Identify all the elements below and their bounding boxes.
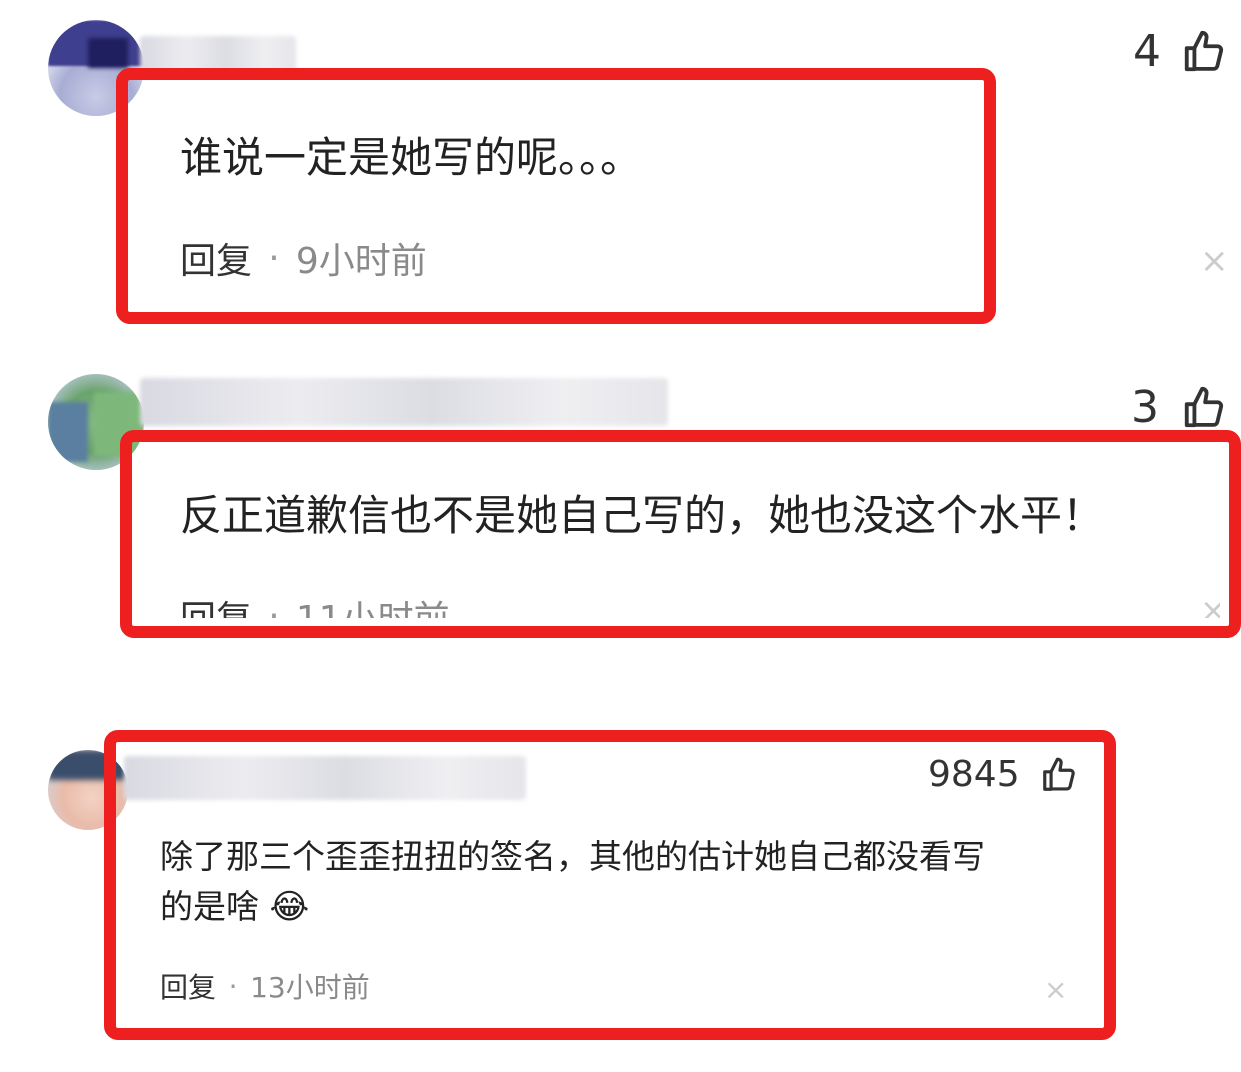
like-count: 9845: [928, 754, 1020, 795]
like-button[interactable]: 4: [1133, 26, 1227, 77]
comment-meta: 回复 · 13小时前: [160, 966, 370, 1006]
comment-meta: 回复 · 9小时前: [180, 232, 427, 284]
comment-time: 9小时前: [295, 241, 427, 282]
thumbs-up-icon: [1184, 386, 1224, 427]
comment-2: 3 反正道歉信也不是她自己写的，她也没这个水平！ 回复 · 11小时前 ×: [0, 360, 1241, 650]
reply-button[interactable]: 回复: [180, 232, 252, 284]
close-icon[interactable]: ×: [1200, 244, 1229, 278]
comment-time: 11小时前: [296, 590, 450, 618]
laughing-tears-emoji: 😂: [269, 887, 310, 927]
separator-dot: ·: [268, 237, 280, 279]
username-blurred: [124, 756, 526, 800]
comment-text: 反正道歉信也不是她自己写的，她也没这个水平！: [180, 491, 1105, 540]
separator-dot: ·: [228, 969, 238, 1003]
close-icon[interactable]: ×: [1044, 976, 1067, 1004]
reply-button[interactable]: 回复: [160, 966, 216, 1006]
thumbs-up-icon: [1184, 30, 1224, 71]
comment-meta-clip: 回复 · 11小时前 ×: [180, 588, 1220, 618]
reply-button[interactable]: 回复: [180, 590, 252, 618]
separator-dot: ·: [268, 595, 280, 619]
comment-text: 谁说一定是她写的呢。。。: [180, 133, 643, 182]
username-blurred: [140, 36, 296, 76]
user-avatar[interactable]: [48, 750, 128, 830]
comment-text-line2: 的是啥 😂: [160, 880, 309, 928]
user-avatar[interactable]: [48, 20, 144, 116]
user-avatar[interactable]: [48, 374, 144, 470]
comment-meta: 回复 · 11小时前: [180, 590, 450, 619]
like-button[interactable]: 9845: [928, 754, 1078, 795]
username-blurred: [140, 378, 668, 426]
highlight-box: [116, 68, 996, 324]
close-icon[interactable]: ×: [1200, 594, 1220, 618]
like-count: 4: [1133, 26, 1161, 77]
like-button[interactable]: 3: [1131, 382, 1227, 433]
comment-time: 13小时前: [250, 971, 370, 1004]
comment-3: 9845 除了那三个歪歪扭扭的签名，其他的估计她自己都没看写 的是啥 😂 回复 …: [0, 720, 1241, 1050]
comment-1: 4 谁说一定是她写的呢。。。 回复 · 9小时前 ×: [0, 0, 1241, 340]
comment-text-line2-label: 的是啥: [160, 887, 259, 926]
thumbs-up-icon: [1042, 757, 1075, 791]
like-count: 3: [1131, 382, 1159, 433]
comment-text-line1: 除了那三个歪歪扭扭的签名，其他的估计她自己都没看写: [160, 837, 985, 876]
